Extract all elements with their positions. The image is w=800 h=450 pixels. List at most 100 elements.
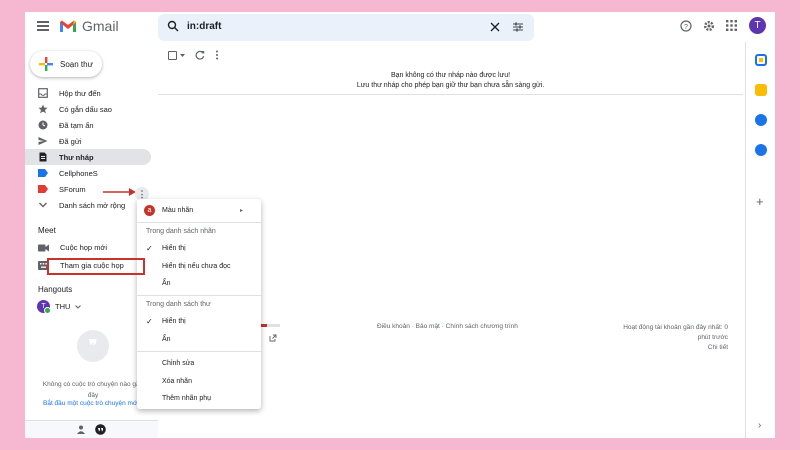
more-vert-icon[interactable]	[215, 50, 219, 60]
hangouts-user[interactable]: T THU	[37, 300, 82, 314]
empty-drafts-message: Bạn không có thư nháp nào được lưu! Lưu …	[158, 71, 743, 91]
clear-search-icon[interactable]	[490, 22, 500, 32]
new-meeting-item[interactable]: Cuộc họp mới	[38, 243, 107, 252]
menu-separator	[137, 222, 261, 223]
highlight-box	[47, 258, 145, 275]
checkmark-icon: ✓	[146, 243, 153, 253]
add-addon-icon[interactable]: +	[756, 194, 764, 209]
search-input[interactable]: in:draft	[187, 21, 221, 32]
menu-item-label: Chỉnh sửa	[162, 359, 195, 367]
menu-edit[interactable]: Chỉnh sửa	[137, 356, 261, 370]
empty-line-1: Bạn không có thư nháp nào được lưu!	[390, 72, 511, 79]
menu-item-label: Xóa nhãn	[162, 377, 192, 385]
chevron-right-icon[interactable]: ›	[758, 420, 761, 431]
clock-icon	[38, 120, 48, 130]
app-name: Gmail	[82, 18, 119, 34]
gmail-m-icon	[60, 20, 76, 32]
top-bar: Gmail in:draft ? T	[25, 12, 775, 42]
sidebar-item-label: Đã tạm ẩn	[59, 120, 94, 130]
main-menu-icon[interactable]	[37, 21, 49, 31]
sidebar-item-snoozed[interactable]: Đã tạm ẩn	[25, 117, 151, 133]
keep-icon[interactable]	[755, 84, 767, 96]
compose-label: Soạn thư	[60, 59, 93, 69]
search-bar[interactable]: in:draft	[158, 14, 534, 41]
select-dropdown[interactable]	[168, 50, 185, 60]
menu-show-if-unread[interactable]: Hiển thị nếu chưa đọc	[137, 259, 261, 273]
empty-line-2: Lưu thư nháp cho phép bạn giữ thư bạn ch…	[356, 82, 545, 89]
menu-item-label: Ẩn	[162, 335, 171, 343]
main-divider	[158, 94, 743, 95]
draft-icon	[38, 152, 48, 162]
send-icon	[38, 136, 48, 146]
menu-item-label: Ẩn	[162, 279, 171, 287]
search-options-icon[interactable]	[512, 21, 524, 33]
sidebar-item-label: Thư nháp	[59, 152, 94, 162]
sidebar-item-starred[interactable]: Có gắn dấu sao	[25, 101, 151, 117]
label-icon	[38, 184, 48, 194]
chevron-down-icon	[38, 200, 48, 210]
side-panel-rail: + ›	[745, 42, 775, 438]
menu-section-header: Trong danh sách nhãn	[146, 228, 216, 235]
calendar-icon[interactable]	[755, 54, 767, 66]
menu-show-in-list[interactable]: ✓ Hiển thị	[137, 314, 261, 328]
video-camera-icon	[38, 244, 49, 251]
settings-gear-icon[interactable]	[703, 20, 715, 32]
sidebar-bottom-bar	[25, 420, 158, 438]
color-swatch-icon: a	[144, 204, 155, 216]
contacts-person-icon[interactable]	[77, 425, 85, 434]
storage-progress-bar	[258, 324, 280, 327]
compose-button[interactable]: Soạn thư	[30, 51, 102, 77]
hangouts-user-name: THU	[55, 302, 71, 311]
sidebar-item-label: Có gắn dấu sao	[59, 104, 112, 114]
new-meeting-label: Cuộc họp mới	[60, 243, 108, 252]
details-link[interactable]: Chi tiết	[618, 343, 728, 353]
gmail-logo[interactable]: Gmail	[59, 18, 119, 34]
menu-separator	[137, 351, 261, 352]
menu-separator	[137, 295, 261, 296]
chevron-down-icon[interactable]	[75, 304, 82, 309]
compose-plus-icon	[39, 57, 53, 71]
start-conversation-link[interactable]: Bắt đầu một cuộc trò chuyện mới	[43, 400, 139, 407]
hangouts-empty-text: Không có cuộc trò chuyện nào gần đây	[42, 381, 144, 399]
sidebar-item-label: Danh sách mở rộng	[59, 200, 126, 210]
menu-item-label: Hiển thị nếu chưa đọc	[162, 262, 231, 270]
hangouts-chat-icon[interactable]	[95, 424, 106, 435]
label-context-menu: a Màu nhãn ▸ Trong danh sách nhãn ✓ Hiển…	[137, 199, 261, 409]
menu-label-color[interactable]: a Màu nhãn ▸	[137, 203, 261, 217]
menu-item-label: Thêm nhãn phụ	[162, 394, 212, 402]
sidebar-item-more[interactable]: Danh sách mở rộng	[25, 197, 151, 213]
sidebar-item-drafts[interactable]: Thư nháp	[25, 149, 151, 165]
sidebar-item-inbox[interactable]: Hộp thư đến	[25, 85, 151, 101]
star-icon	[38, 104, 48, 114]
last-activity: Hoạt động tài khoản gần đây nhất: 0 phút…	[618, 323, 728, 353]
checkmark-icon: ✓	[146, 316, 153, 326]
last-activity-text: Hoạt động tài khoản gần đây nhất: 0 phút…	[623, 324, 728, 341]
apps-grid-icon[interactable]	[726, 20, 737, 31]
open-external-icon[interactable]	[269, 334, 277, 342]
caret-down-icon	[180, 53, 185, 57]
hangouts-bubble-icon: ❞	[77, 330, 109, 362]
select-all-checkbox[interactable]	[168, 50, 177, 60]
refresh-icon[interactable]	[195, 50, 205, 60]
menu-remove-label[interactable]: Xóa nhãn	[137, 374, 261, 388]
help-icon[interactable]: ?	[680, 20, 692, 32]
search-icon[interactable]	[167, 20, 179, 32]
label-icon	[38, 168, 48, 178]
annotation-arrow-icon	[103, 188, 136, 196]
svg-text:?: ?	[684, 24, 688, 31]
meet-title: Meet	[38, 226, 56, 235]
menu-show[interactable]: ✓ Hiển thị	[137, 241, 261, 255]
menu-hide-in-list[interactable]: Ẩn	[137, 332, 261, 346]
menu-add-sublabel[interactable]: Thêm nhãn phụ	[137, 391, 261, 405]
hangouts-avatar: T	[37, 300, 51, 314]
account-avatar[interactable]: T	[749, 17, 766, 34]
footer-links[interactable]: Điều khoản · Bảo mật · Chính sách chương…	[377, 323, 518, 330]
contacts-icon[interactable]	[755, 144, 767, 156]
tasks-icon[interactable]	[755, 114, 767, 126]
sidebar-item-sent[interactable]: Đã gửi	[25, 133, 151, 149]
inbox-icon	[38, 88, 48, 98]
menu-item-label: Màu nhãn	[162, 206, 194, 214]
menu-hide[interactable]: Ẩn	[137, 276, 261, 290]
sidebar-item-cellphones[interactable]: CellphoneS	[25, 165, 151, 181]
submenu-arrow-icon: ▸	[240, 207, 244, 214]
